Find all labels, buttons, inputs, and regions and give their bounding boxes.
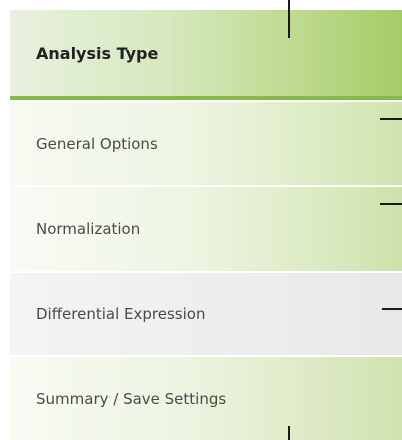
- step-label: Analysis Type: [36, 43, 159, 63]
- analysis-wizard: Analysis Type General Options Normalizat…: [0, 0, 402, 440]
- wizard-step-nav: Analysis Type General Options Normalizat…: [10, 10, 402, 440]
- step-general-options[interactable]: General Options: [10, 102, 402, 185]
- step-differential-expression[interactable]: Differential Expression: [10, 273, 402, 355]
- callout-line: [380, 203, 402, 205]
- step-label: Differential Expression: [36, 305, 206, 323]
- step-normalization[interactable]: Normalization: [10, 187, 402, 271]
- step-analysis-type[interactable]: Analysis Type: [10, 10, 402, 96]
- step-label: Normalization: [36, 220, 141, 238]
- callout-line: [380, 118, 402, 120]
- callout-line: [382, 308, 402, 310]
- step-summary-save-settings[interactable]: Summary / Save Settings: [10, 357, 402, 440]
- active-step-underline: [10, 96, 402, 100]
- callout-line: [288, 0, 290, 38]
- step-label: Summary / Save Settings: [36, 389, 227, 408]
- step-label: General Options: [36, 134, 158, 153]
- callout-line: [288, 426, 290, 440]
